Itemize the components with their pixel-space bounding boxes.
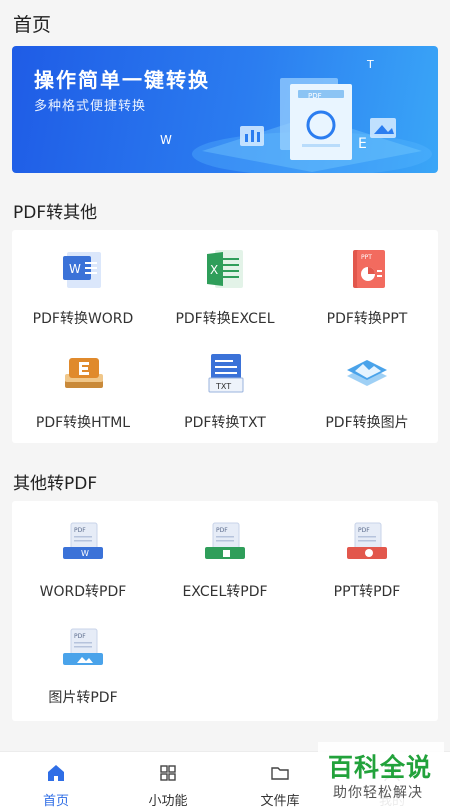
word-to-pdf-tile[interactable]: PDF W WORD转PDF bbox=[12, 509, 154, 609]
page-title: 首页 bbox=[13, 14, 52, 36]
excel-doc-icon: X bbox=[207, 250, 243, 288]
svg-text:X: X bbox=[210, 263, 218, 277]
banner-subtitle: 多种格式便捷转换 bbox=[34, 99, 147, 114]
image-doc-icon bbox=[347, 360, 387, 386]
svg-text:PDF: PDF bbox=[216, 527, 228, 534]
tile-label: PDF转换HTML bbox=[35, 415, 131, 431]
banner-letter-w: W bbox=[160, 133, 172, 147]
tile-label: PPT转PDF bbox=[333, 584, 401, 600]
home-icon bbox=[48, 765, 64, 781]
svg-text:PDF: PDF bbox=[358, 527, 370, 534]
html-doc-icon bbox=[65, 358, 103, 388]
excel-to-pdf-icon: PDF bbox=[205, 522, 245, 559]
svg-text:TXT: TXT bbox=[215, 382, 231, 391]
svg-text:W: W bbox=[69, 262, 81, 276]
tab-tools[interactable]: 小功能 bbox=[112, 752, 224, 811]
folder-icon bbox=[271, 767, 289, 780]
tile-label: 图片转PDF bbox=[48, 690, 118, 706]
tile-label: PDF转换WORD bbox=[32, 311, 134, 327]
tab-home[interactable]: 首页 bbox=[0, 752, 112, 811]
excel-to-pdf-tile[interactable]: PDF EXCEL转PDF bbox=[154, 509, 296, 609]
banner-letter-e: E bbox=[358, 136, 367, 152]
tile-label: WORD转PDF bbox=[39, 584, 127, 600]
grid-icon bbox=[160, 765, 176, 781]
pdf-to-ppt-tile[interactable]: PPT PDF转换PPT bbox=[296, 236, 438, 336]
word-to-pdf-icon: PDF W bbox=[63, 522, 103, 559]
pdf-to-other-card: W PDF转换WORD X PDF转换EXCEL PPT PDF转换PPT PD… bbox=[12, 230, 438, 443]
word-doc-icon: W bbox=[63, 252, 101, 288]
ppt-to-pdf-tile[interactable]: PDF PPT转PDF bbox=[296, 509, 438, 609]
svg-text:PDF: PDF bbox=[74, 527, 86, 534]
pdf-to-html-tile[interactable]: PDF转换HTML bbox=[12, 340, 154, 440]
banner-letter-t: T bbox=[366, 58, 374, 71]
tile-label: PDF转换TXT bbox=[184, 415, 266, 431]
pdf-to-word-tile[interactable]: W PDF转换WORD bbox=[12, 236, 154, 336]
section-title-other-to-pdf: 其他转PDF bbox=[13, 474, 98, 494]
ppt-to-pdf-icon: PDF bbox=[347, 522, 387, 559]
tab-label: 小功能 bbox=[148, 794, 188, 809]
pdf-to-txt-tile[interactable]: TXT PDF转换TXT bbox=[154, 340, 296, 440]
watermark: 百科全说 助你轻松解决 bbox=[318, 742, 444, 808]
txt-doc-icon: TXT bbox=[208, 354, 244, 393]
image-to-pdf-icon: PDF bbox=[63, 628, 103, 665]
pdf-to-excel-tile[interactable]: X PDF转换EXCEL bbox=[154, 236, 296, 336]
watermark-slogan: 助你轻松解决 bbox=[333, 785, 423, 801]
tile-label: PDF转换EXCEL bbox=[175, 311, 275, 327]
section-title-pdf-to-other: PDF转其他 bbox=[13, 203, 98, 223]
banner-title: 操作简单一键转换 bbox=[34, 68, 210, 92]
tab-label: 首页 bbox=[42, 794, 69, 809]
tile-label: EXCEL转PDF bbox=[182, 584, 268, 600]
other-to-pdf-card: PDF W WORD转PDF PDF EXCEL转PDF PDF PPT转PDF bbox=[12, 501, 438, 721]
promo-banner[interactable]: W E T PDF 操作简单一键转换 多种格式便捷转换 bbox=[12, 46, 438, 173]
watermark-brand: 百科全说 bbox=[328, 753, 433, 782]
pdf-to-image-tile[interactable]: PDF转换图片 bbox=[296, 340, 438, 440]
tile-label: PDF转换图片 bbox=[325, 415, 409, 431]
svg-text:W: W bbox=[81, 549, 89, 558]
tile-label: PDF转换PPT bbox=[326, 311, 408, 327]
banner-doc-label: PDF bbox=[308, 92, 322, 100]
ppt-doc-icon: PPT bbox=[353, 250, 385, 288]
svg-text:PPT: PPT bbox=[361, 254, 372, 261]
image-to-pdf-tile[interactable]: PDF 图片转PDF bbox=[12, 615, 154, 715]
svg-text:PDF: PDF bbox=[74, 633, 86, 640]
